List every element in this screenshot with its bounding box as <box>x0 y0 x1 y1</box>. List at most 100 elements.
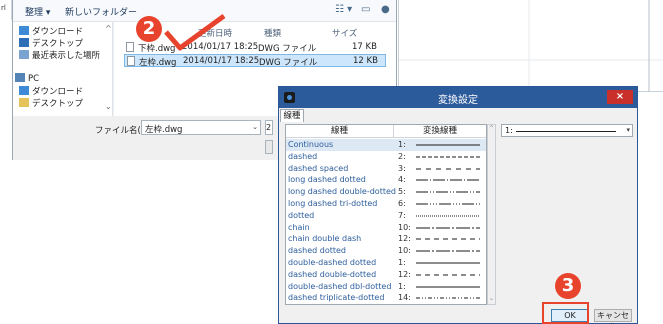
table-row[interactable]: dashed double-dotted 12: <box>286 269 486 281</box>
file-type: DWG ファイル <box>258 44 317 54</box>
table-row[interactable]: long dashed tri-dotted 6: <box>286 198 486 210</box>
table-row[interactable]: chain 10: <box>286 222 486 234</box>
linetype-sample <box>416 215 480 217</box>
file-size: 12 KB <box>353 56 378 66</box>
table-row[interactable]: chain double dash 12: <box>286 233 486 245</box>
table-scrollbar[interactable]: ^ ⌄ <box>487 124 496 305</box>
download-folder-icon <box>19 26 29 35</box>
linetype-sample <box>416 156 480 158</box>
recent-places-icon <box>19 50 29 59</box>
help-icon[interactable]: ● <box>381 4 390 15</box>
close-button[interactable]: × <box>607 90 633 104</box>
converted-linetype-number: 14: <box>398 293 411 303</box>
converted-linetype-number: 4: <box>398 175 406 185</box>
table-row[interactable]: dashed spaced 3: <box>286 163 486 175</box>
filename-input[interactable]: 左枠.dwg <box>141 120 261 135</box>
linetype-sample <box>416 227 480 229</box>
nav-item-label: 最近表示した場所 <box>32 51 101 61</box>
linetype-rows: Continuous 1: dashed 2: dashed spaced 3: long … <box>286 139 486 305</box>
linetype-sample <box>416 203 480 205</box>
table-row[interactable]: dashed 2: <box>286 151 486 163</box>
converted-linetype-number: 10: <box>398 222 411 232</box>
linetype-name: dashed <box>288 151 318 161</box>
linetype-sample <box>416 274 480 276</box>
table-row[interactable]: dashed dotted 10: <box>286 245 486 257</box>
converted-linetype-number: 2: <box>398 151 406 161</box>
linetype-table: 線種 変換線種 Continuous 1: dashed 2: dashed space… <box>285 124 487 305</box>
nav-item-pc-downloads[interactable]: ダウンロード <box>19 85 83 97</box>
nav-item-desktop[interactable]: デスクトップ <box>19 37 83 49</box>
converted-linetype-number: 7: <box>398 210 406 220</box>
dialog-title: 変換設定 <box>438 95 478 106</box>
organize-button[interactable]: 整理 ▾ <box>25 5 50 18</box>
nav-item-downloads[interactable]: ダウンロード <box>19 25 83 37</box>
converted-linetype-select[interactable]: 1: ▾ <box>501 124 633 137</box>
nav-item-label: デスクトップ <box>32 39 84 49</box>
file-type-filter[interactable]: 2 <box>265 120 273 135</box>
pc-icon <box>15 73 25 82</box>
linetype-name: dotted <box>288 210 315 220</box>
drawing-canvas[interactable] <box>398 0 663 92</box>
linetype-name: dashed triplicate-dotted <box>288 293 385 303</box>
chevron-down-icon[interactable]: ▾ <box>626 126 630 134</box>
linetype-name: long dashed dotted <box>288 175 366 185</box>
linetype-name: dashed dotted <box>288 246 347 256</box>
chevron-down-icon[interactable]: ⌄ <box>249 120 261 135</box>
linetype-sample <box>416 144 480 146</box>
converted-linetype-number: 12: <box>398 234 411 244</box>
nav-item-label: ダウンロード <box>32 87 84 97</box>
converted-linetype-number: 1: <box>398 257 406 267</box>
file-row-selected[interactable]: 左枠.dwg 2014/01/17 18:25 DWG ファイル 12 KB <box>124 54 386 68</box>
nav-item-label: デスクトップ <box>32 99 84 109</box>
checkmark-icon <box>164 14 226 51</box>
linetype-name: double-dashed dbl-dotted <box>288 281 392 291</box>
linetype-sample <box>416 297 480 299</box>
download-folder-icon <box>19 86 29 95</box>
dwg-file-icon <box>126 42 134 52</box>
file-size: 17 KB <box>352 42 377 52</box>
linetype-name: double-dashed dotted <box>288 257 377 267</box>
nav-item-label: PC <box>28 74 40 84</box>
tab-linetype[interactable]: 線種 <box>280 109 304 122</box>
cancel-button[interactable]: キャンセル <box>594 309 632 324</box>
dialog-titlebar[interactable]: 変換設定 × <box>279 87 637 108</box>
canvas-guides <box>399 0 663 92</box>
open-button[interactable] <box>265 140 273 154</box>
nav-item-pc-desktop[interactable]: デスクトップ <box>19 97 83 109</box>
dwg-file-icon <box>127 56 135 66</box>
linetype-sample <box>416 286 480 288</box>
nav-scroll-up-icon[interactable]: ^ <box>105 24 112 33</box>
nav-scroll-down-icon[interactable]: ⌄ <box>105 102 112 111</box>
table-row[interactable]: dotted 7: <box>286 210 486 222</box>
scroll-up-icon[interactable]: ^ <box>488 125 495 134</box>
table-row[interactable]: dashed triplicate-dotted 14: <box>286 292 486 304</box>
header-converted-linetype[interactable]: 変換線種 <box>394 125 486 138</box>
conversion-settings-dialog: 変換設定 × 線種 線種 変換線種 Continuous 1: dashed 2: da… <box>278 86 638 324</box>
column-header-type[interactable]: 種類 <box>264 27 281 39</box>
header-linetype[interactable]: 線種 <box>286 125 394 138</box>
table-header: 線種 変換線種 <box>286 125 486 138</box>
linetype-name: chain <box>288 222 310 232</box>
linetype-name: chain double dash <box>288 234 362 244</box>
table-row[interactable]: double-dashed dbl-dotted 1: <box>286 281 486 293</box>
column-header-size[interactable]: サイズ <box>332 27 357 39</box>
scroll-down-icon[interactable]: ⌄ <box>488 295 495 304</box>
file-type: DWG ファイル <box>259 58 318 68</box>
table-row[interactable]: long dashed dotted 4: <box>286 174 486 186</box>
linetype-name: dashed double-dotted <box>288 269 377 279</box>
new-folder-button[interactable]: 新しいフォルダー <box>65 5 137 18</box>
table-row[interactable]: double-dashed dotted 1: <box>286 257 486 269</box>
nav-item-label: ダウンロード <box>32 27 84 37</box>
desktop-icon <box>19 98 29 107</box>
table-row[interactable]: long dashed double-dotted 5: <box>286 186 486 198</box>
selected-linetype-number: 1: <box>505 126 513 135</box>
view-options-icon[interactable]: ☷ ▾ <box>335 4 352 15</box>
linetype-name: Continuous <box>288 140 334 149</box>
nav-item-recent[interactable]: 最近表示した場所 <box>19 49 100 61</box>
table-row[interactable]: Continuous 1: <box>286 139 486 151</box>
nav-item-pc[interactable]: PC <box>15 73 39 85</box>
ok-button-highlight <box>542 302 589 324</box>
linetype-sample <box>416 179 480 181</box>
converted-linetype-number: 3: <box>398 163 406 173</box>
preview-pane-icon[interactable]: ▭ <box>361 4 370 15</box>
